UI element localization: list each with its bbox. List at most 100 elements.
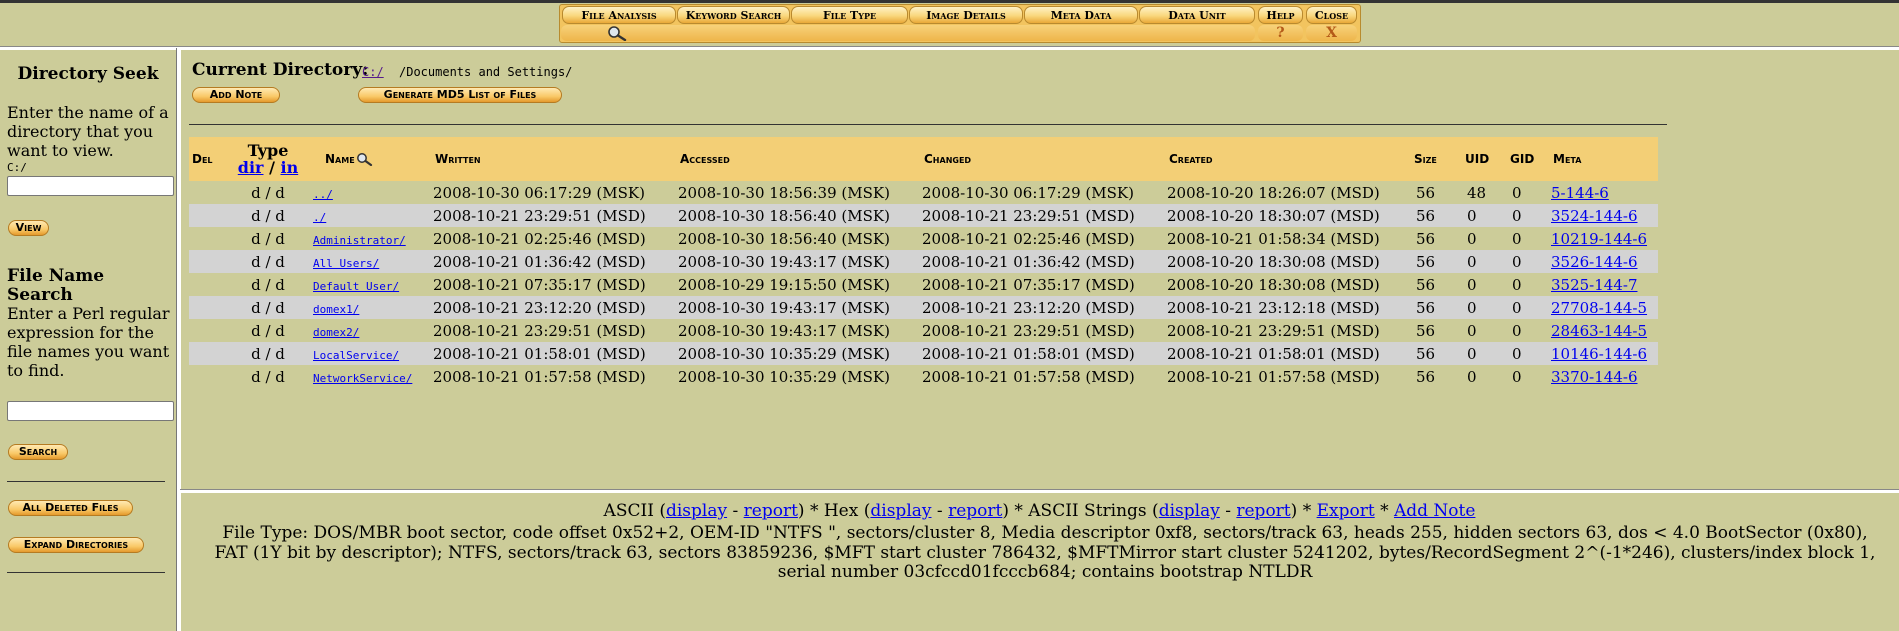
cell-del: [189, 296, 227, 319]
name-header-label: Name: [325, 151, 355, 166]
cell-changed: 2008-10-21 01:36:42 (MSD): [922, 250, 1167, 273]
ascii-report-link[interactable]: report: [744, 501, 798, 521]
cell-name: domex2/: [309, 319, 433, 342]
export-link[interactable]: Export: [1317, 501, 1375, 521]
cell-name: ./: [309, 204, 433, 227]
type-in-link[interactable]: in: [280, 158, 298, 177]
all-deleted-files-button[interactable]: All Deleted Files: [8, 500, 133, 516]
tab-close[interactable]: Close: [1306, 6, 1357, 24]
directory-link[interactable]: domex2/: [313, 326, 359, 339]
cell-type: d / d: [227, 296, 309, 319]
cell-type: d / d: [251, 183, 285, 202]
meta-link[interactable]: 10219-144-6: [1551, 230, 1647, 248]
add-note-link[interactable]: Add Note: [1394, 501, 1475, 521]
directory-link[interactable]: ./: [313, 211, 326, 224]
meta-link[interactable]: 10146-144-6: [1551, 345, 1647, 363]
cell-meta: 10146-144-6: [1550, 342, 1658, 365]
generate-md5-button[interactable]: Generate MD5 List of Files: [358, 87, 562, 103]
tab-meta-data[interactable]: Meta Data: [1024, 6, 1138, 24]
hex-display-link[interactable]: display: [870, 501, 931, 521]
tab-bar: File Analysis Keyword Search File Type I…: [559, 4, 1361, 43]
meta-link[interactable]: 3526-144-6: [1551, 253, 1637, 271]
directory-link[interactable]: Default User/: [313, 280, 399, 293]
table-row: d / d LocalService/2008-10-21 01:58:01 (M…: [189, 342, 1658, 365]
ascii-strings-label: ASCII Strings: [1028, 501, 1147, 521]
directory-link[interactable]: NetworkService/: [313, 372, 412, 385]
cell-type: d / d: [251, 367, 285, 386]
cell-created: 2008-10-20 18:30:08 (MSD): [1167, 275, 1380, 294]
strings-display-link[interactable]: display: [1159, 501, 1220, 521]
meta-link[interactable]: 3370-144-6: [1551, 368, 1637, 386]
search-button[interactable]: Search: [8, 444, 68, 460]
meta-link[interactable]: 5-144-6: [1551, 184, 1609, 202]
cell-name: Administrator/: [309, 227, 433, 250]
cell-accessed: 2008-10-29 19:15:50 (MSK): [678, 275, 890, 294]
directory-link[interactable]: domex1/: [313, 303, 359, 316]
cell-del: [189, 365, 227, 388]
cell-changed: 2008-10-21 23:12:20 (MSD): [922, 296, 1167, 319]
separator: *: [1380, 501, 1389, 521]
view-button[interactable]: View: [8, 220, 49, 236]
cell-type: d / d: [251, 229, 285, 248]
cell-changed: 2008-10-21 01:58:01 (MSD): [922, 342, 1167, 365]
tab-keyword-search[interactable]: Keyword Search: [677, 6, 790, 24]
separator: *: [1302, 501, 1312, 521]
close-icon[interactable]: X: [1306, 26, 1357, 40]
tab-file-type[interactable]: File Type: [791, 6, 908, 24]
tab-data-unit[interactable]: Data Unit: [1139, 6, 1255, 24]
separator: -: [1225, 501, 1231, 521]
current-directory-root-link[interactable]: C:/: [362, 65, 384, 79]
cell-created: 2008-10-21 23:12:18 (MSD): [1167, 296, 1412, 319]
cell-gid: 0: [1512, 183, 1522, 202]
content-view-links: ASCII (display - report) * Hex (display …: [603, 501, 1476, 521]
directory-link[interactable]: Administrator/: [313, 234, 406, 247]
meta-link[interactable]: 3524-144-6: [1551, 207, 1637, 225]
tab-help[interactable]: Help: [1258, 6, 1303, 24]
cell-name: LocalService/: [309, 342, 433, 365]
directory-seek-title: Directory Seek: [17, 64, 159, 84]
cell-written: 2008-10-21 07:35:17 (MSD): [433, 275, 646, 294]
cell-gid: 0: [1506, 342, 1550, 365]
cell-accessed: 2008-10-30 18:56:39 (MSK): [678, 183, 890, 202]
meta-link[interactable]: 28463-144-5: [1551, 322, 1647, 340]
tab-file-analysis[interactable]: File Analysis: [562, 6, 676, 24]
type-header-label: Type: [247, 141, 289, 160]
tab-active-indicator: [561, 25, 1255, 41]
hex-report-link[interactable]: report: [948, 501, 1002, 521]
directory-input[interactable]: [7, 176, 174, 196]
file-name-search-input[interactable]: [7, 401, 174, 421]
directory-link[interactable]: LocalService/: [313, 349, 399, 362]
type-dir-link[interactable]: dir: [238, 158, 264, 177]
table-row: d / d ./2008-10-21 23:29:51 (MSD) 2008-10-…: [189, 204, 1658, 227]
add-note-button[interactable]: Add Note: [192, 87, 280, 103]
file-type-description: File Type: DOS/MBR boot sector, code off…: [214, 523, 1876, 582]
cell-created: 2008-10-21 23:29:51 (MSD): [1167, 321, 1380, 340]
hex-label: Hex: [823, 501, 859, 521]
meta-link[interactable]: 3525-144-7: [1551, 276, 1637, 294]
strings-report-link[interactable]: report: [1236, 501, 1290, 521]
cell-size: 56: [1412, 296, 1461, 319]
help-icon[interactable]: ?: [1258, 26, 1303, 40]
cell-size: 56: [1416, 183, 1436, 202]
separator: -: [936, 501, 943, 521]
tab-image-details[interactable]: Image Details: [909, 6, 1023, 24]
cell-del: [189, 227, 227, 250]
directory-link[interactable]: ../: [313, 188, 333, 201]
main-divider: [189, 124, 1667, 125]
column-header-accessed: Accessed: [678, 137, 922, 181]
ascii-display-link[interactable]: display: [666, 501, 727, 521]
separator: *: [1014, 501, 1023, 521]
directory-link[interactable]: All Users/: [313, 257, 379, 270]
name-search-icon[interactable]: [355, 152, 373, 167]
expand-directories-button[interactable]: Expand Directories: [8, 537, 144, 553]
column-header-gid: GID: [1506, 137, 1550, 181]
meta-link[interactable]: 27708-144-5: [1551, 299, 1647, 317]
cell-written: 2008-10-21 23:12:20 (MSD): [433, 296, 678, 319]
cell-written: 2008-10-21 01:36:42 (MSD): [433, 250, 678, 273]
cell-gid: 0: [1506, 204, 1550, 227]
separator: *: [809, 501, 819, 521]
cell-del: [189, 250, 227, 273]
cell-meta: 3525-144-7: [1550, 273, 1658, 296]
cell-meta: 5-144-6: [1550, 181, 1658, 204]
column-header-meta: Meta: [1550, 137, 1658, 181]
